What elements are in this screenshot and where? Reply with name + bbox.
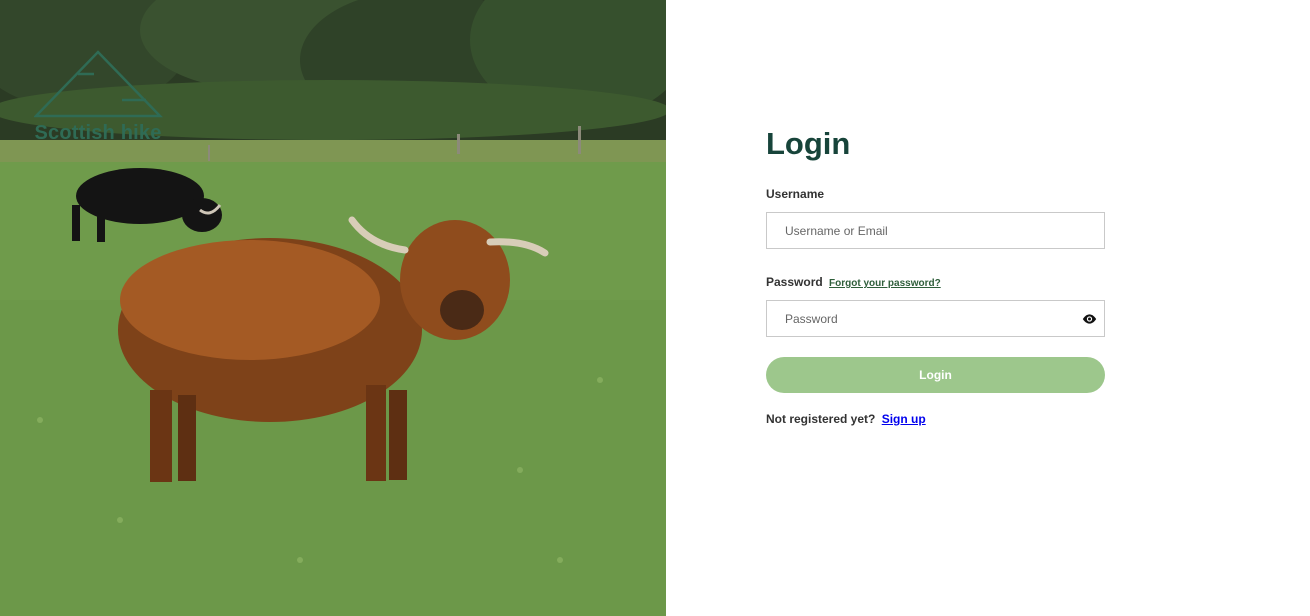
password-input[interactable] xyxy=(767,301,1075,336)
username-input[interactable] xyxy=(767,213,1075,248)
login-button[interactable]: Login xyxy=(766,357,1105,393)
page-title: Login xyxy=(766,126,851,161)
forgot-password-link[interactable]: Forgot your password? xyxy=(829,278,941,289)
brand-name: Scottish hike xyxy=(34,122,162,144)
username-field[interactable] xyxy=(766,212,1105,249)
not-registered-text: Not registered yet? xyxy=(766,412,876,426)
brand-logo[interactable]: Scottish hike xyxy=(30,48,166,148)
login-form: Login Username Password Forgot your pass… xyxy=(766,120,1106,426)
mountain-icon xyxy=(34,50,163,118)
password-label: Password xyxy=(766,275,823,289)
username-label: Username xyxy=(766,187,825,201)
password-label-row: Password Forgot your password? xyxy=(766,275,941,289)
signup-row: Not registered yet? Sign up xyxy=(766,412,926,426)
eye-icon[interactable] xyxy=(1081,311,1098,327)
password-field[interactable] xyxy=(766,300,1105,337)
hero-image: Scottish hike xyxy=(0,0,666,616)
signup-link[interactable]: Sign up xyxy=(882,412,926,426)
